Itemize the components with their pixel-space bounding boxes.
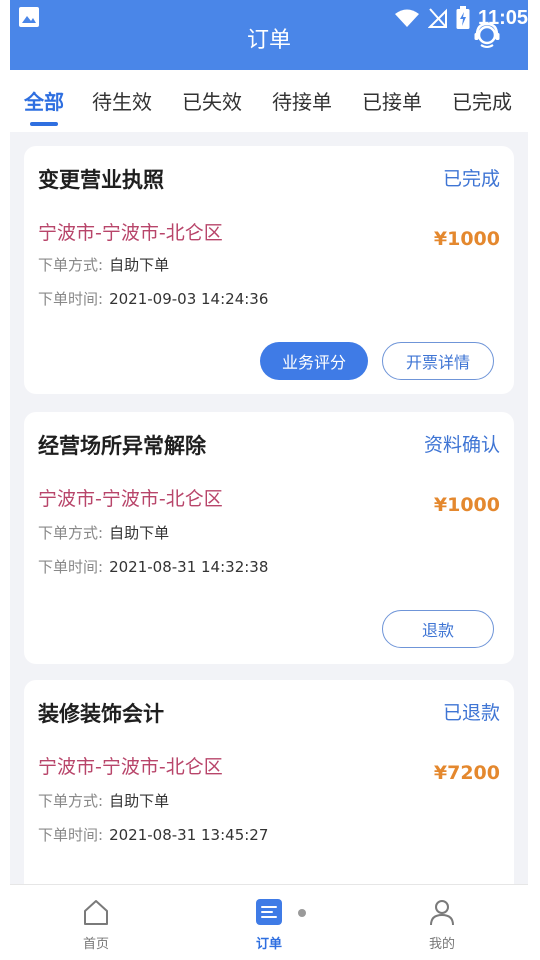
order-status: 已退款 bbox=[442, 702, 500, 724]
order-method: 下单方式: 自助下单 bbox=[38, 254, 169, 275]
tab-all[interactable]: 全部 bbox=[24, 86, 64, 115]
notification-dot bbox=[298, 909, 306, 917]
order-status: 已完成 bbox=[442, 168, 500, 190]
tab-accepted[interactable]: 已接单 bbox=[362, 86, 422, 115]
profile-icon bbox=[430, 900, 454, 926]
order-time-label: 下单时间: bbox=[38, 826, 104, 844]
active-tab-indicator bbox=[30, 122, 58, 126]
nav-orders-label: 订单 bbox=[255, 937, 282, 952]
order-time: 下单时间: 2021-08-31 13:45:27 bbox=[38, 824, 268, 845]
tab-awaiting-acceptance[interactable]: 待接单 bbox=[272, 86, 332, 115]
order-time-label: 下单时间: bbox=[38, 558, 104, 576]
nav-home[interactable]: 首页 bbox=[66, 897, 126, 952]
order-time: 下单时间: 2021-09-03 14:24:36 bbox=[38, 288, 268, 309]
order-time-value: 2021-09-03 14:24:36 bbox=[109, 290, 269, 308]
order-time-value: 2021-08-31 14:32:38 bbox=[109, 558, 269, 576]
tab-expired[interactable]: 已失效 bbox=[182, 86, 242, 115]
nav-profile-label: 我的 bbox=[428, 937, 455, 952]
order-title: 装修装饰会计 bbox=[38, 702, 164, 726]
bottom-navigation: 首页 订单 我的 bbox=[10, 884, 528, 960]
order-method: 下单方式: 自助下单 bbox=[38, 790, 169, 811]
tab-pending-effective[interactable]: 待生效 bbox=[92, 86, 152, 115]
invoice-details-button[interactable]: 开票详情 bbox=[382, 342, 494, 380]
order-status: 资料确认 bbox=[423, 434, 500, 456]
order-method-value: 自助下单 bbox=[109, 792, 170, 810]
order-time-value: 2021-08-31 13:45:27 bbox=[109, 826, 269, 844]
refund-button[interactable]: 退款 bbox=[382, 610, 494, 648]
nav-profile[interactable]: 我的 bbox=[412, 897, 472, 952]
order-method-label: 下单方式: bbox=[38, 256, 104, 274]
order-card[interactable]: 变更营业执照 已完成 宁波市-宁波市-北仑区 ¥1000 下单方式: 自助下单 下… bbox=[24, 146, 514, 394]
order-time: 下单时间: 2021-08-31 14:32:38 bbox=[38, 556, 268, 577]
order-title: 经营场所异常解除 bbox=[38, 434, 206, 458]
order-title: 变更营业执照 bbox=[38, 168, 164, 192]
order-location: 宁波市-宁波市-北仑区 bbox=[38, 488, 223, 510]
order-method-value: 自助下单 bbox=[109, 256, 170, 274]
order-method-value: 自助下单 bbox=[109, 524, 170, 542]
order-method-label: 下单方式: bbox=[38, 524, 104, 542]
order-location: 宁波市-宁波市-北仑区 bbox=[38, 222, 223, 244]
order-price: ¥7200 bbox=[433, 762, 500, 784]
app-screen: 11:05 订单 全部 待生效 已失效 待接单 已接单 已完成 变更营业执照 已… bbox=[10, 0, 528, 960]
app-header: 11:05 订单 bbox=[10, 0, 528, 70]
order-price: ¥1000 bbox=[433, 228, 500, 250]
support-headset-icon[interactable] bbox=[472, 20, 502, 50]
order-card[interactable]: 经营场所异常解除 资料确认 宁波市-宁波市-北仑区 ¥1000 下单方式: 自助下… bbox=[24, 412, 514, 664]
order-method: 下单方式: 自助下单 bbox=[38, 522, 169, 543]
nav-home-label: 首页 bbox=[82, 937, 109, 952]
order-method-label: 下单方式: bbox=[38, 792, 104, 810]
order-price: ¥1000 bbox=[433, 494, 500, 516]
order-status-tabs: 全部 待生效 已失效 待接单 已接单 已完成 bbox=[10, 70, 528, 132]
nav-orders[interactable]: 订单 bbox=[239, 897, 299, 952]
tab-completed[interactable]: 已完成 bbox=[452, 86, 512, 115]
order-location: 宁波市-宁波市-北仑区 bbox=[38, 756, 223, 778]
order-time-label: 下单时间: bbox=[38, 290, 104, 308]
home-icon bbox=[84, 900, 108, 925]
rate-service-button[interactable]: 业务评分 bbox=[260, 342, 368, 380]
orders-icon bbox=[256, 899, 282, 925]
page-title: 订单 bbox=[246, 28, 291, 53]
